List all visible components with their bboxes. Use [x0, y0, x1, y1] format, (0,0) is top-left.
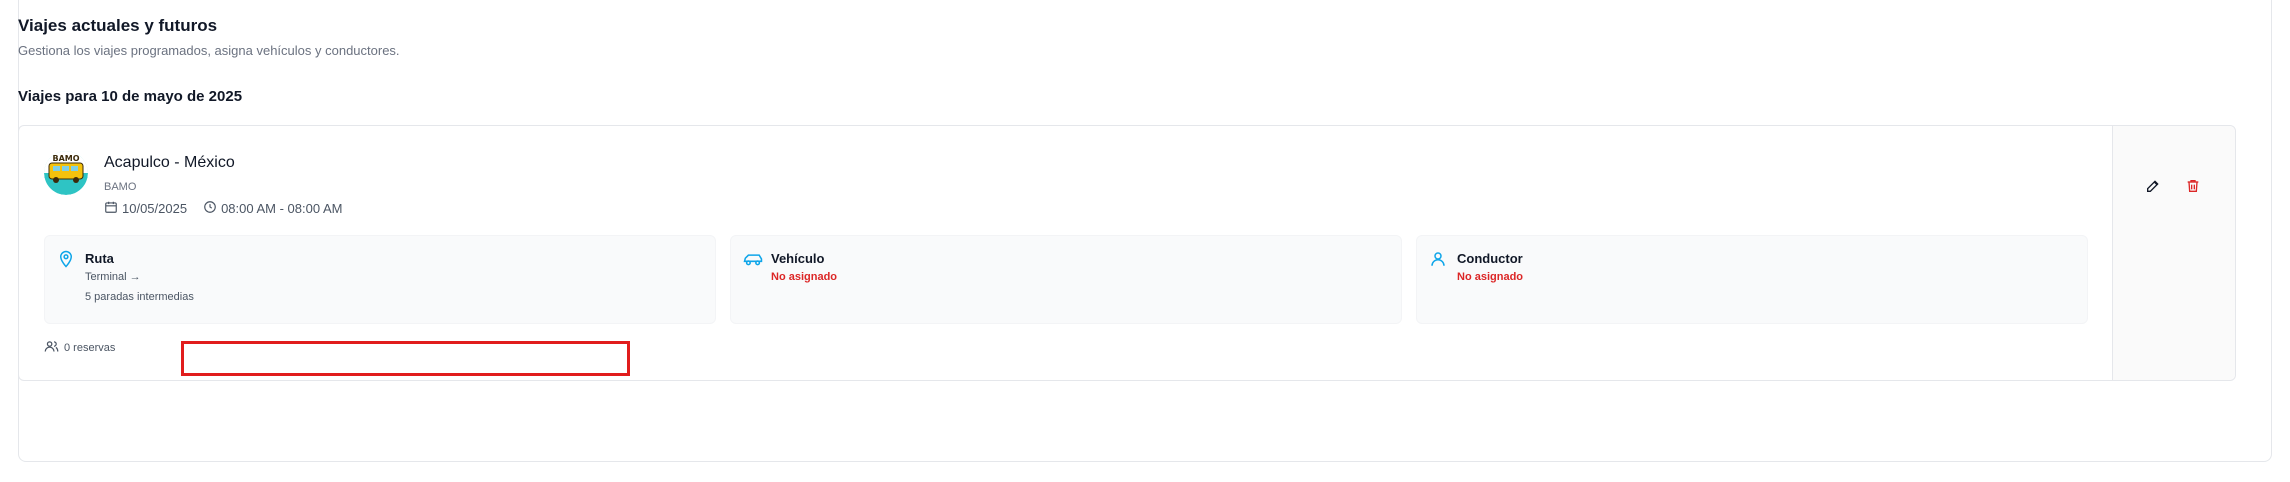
- trip-time: 08:00 AM - 08:00 AM: [221, 201, 343, 216]
- section-title: Viajes para 10 de mayo de 2025: [18, 88, 243, 105]
- reservations-count: 0 reservas: [44, 339, 115, 357]
- driver-status: No asignado: [1457, 271, 1524, 283]
- pencil-icon: [2145, 178, 2161, 199]
- company-logo: BAMO: [44, 151, 88, 195]
- vehicle-status: No asignado: [771, 271, 838, 283]
- route-box: Ruta Terminal → 5 paradas intermedias: [44, 235, 716, 324]
- map-pin-icon: [57, 250, 75, 273]
- route-label: Ruta: [85, 251, 114, 266]
- car-icon: [743, 250, 763, 273]
- trip-name: Acapulco - México: [104, 154, 235, 171]
- page-subtitle: Gestiona los viajes programados, asigna …: [18, 43, 400, 58]
- vehicle-label: Vehículo: [771, 251, 825, 266]
- trip-date: 10/05/2025: [122, 201, 188, 216]
- route-origin: Terminal →: [85, 271, 141, 283]
- trash-icon: [2185, 178, 2201, 199]
- trip-schedule: 10/05/2025 08:00 AM - 08:00 AM: [104, 200, 352, 217]
- edit-button[interactable]: [2141, 176, 2165, 200]
- reservations-label: 0 reservas: [64, 342, 116, 354]
- driver-label: Conductor: [1457, 251, 1523, 266]
- vehicle-box[interactable]: Vehículo No asignado: [730, 235, 1402, 324]
- highlight-box: [181, 341, 630, 376]
- delete-button[interactable]: [2181, 176, 2205, 200]
- user-icon: [1429, 250, 1447, 273]
- clock-icon: [203, 200, 217, 217]
- users-icon: [44, 339, 59, 357]
- trip-actions: [2112, 126, 2235, 380]
- calendar-icon: [104, 200, 118, 217]
- page-title: Viajes actuales y futuros: [18, 16, 218, 35]
- route-stops: 5 paradas intermedias: [85, 291, 194, 303]
- driver-box[interactable]: Conductor No asignado: [1416, 235, 2088, 324]
- company-logo-text: BAMO: [52, 154, 79, 163]
- trip-company: BAMO: [104, 181, 137, 193]
